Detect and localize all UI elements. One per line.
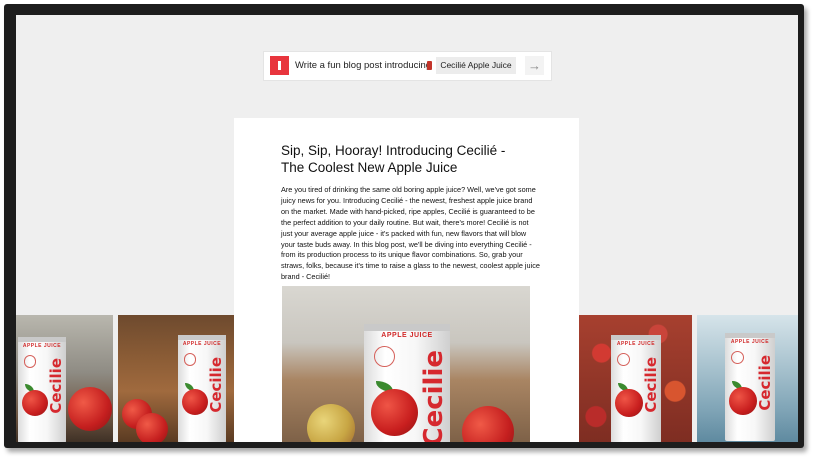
juice-can: APPLE JUICE Cecilie bbox=[725, 333, 775, 441]
product-photo-4: APPLE JUICE Cecilie bbox=[697, 315, 798, 442]
apple bbox=[307, 404, 355, 442]
arrow-right-icon[interactable]: → bbox=[525, 56, 544, 75]
can-label: APPLE JUICE bbox=[182, 341, 222, 348]
apple bbox=[68, 387, 112, 431]
can-label: APPLE JUICE bbox=[22, 343, 62, 350]
product-chip[interactable]: Cecilié Apple Juice bbox=[436, 57, 516, 74]
juice-can: APPLE JUICE Cecilie bbox=[18, 337, 66, 442]
product-photo-1: APPLE JUICE Cecilie bbox=[16, 315, 113, 442]
product-thumbnail-icon bbox=[427, 61, 432, 70]
can-label: APPLE JUICE bbox=[730, 339, 770, 346]
can-brand: Cecilie bbox=[207, 356, 226, 413]
can-label: APPLE JUICE bbox=[616, 341, 656, 348]
can-brand: Cecilie bbox=[418, 350, 449, 442]
juice-can: APPLE JUICE Cecilie bbox=[364, 324, 450, 442]
article-title: Sip, Sip, Hooray! Introducing Cecilié - … bbox=[281, 143, 506, 175]
product-photo-2: APPLE JUICE Cecilie bbox=[118, 315, 234, 442]
app-logo-icon bbox=[270, 56, 289, 75]
device-frame: Write a fun blog post introducing Cecili… bbox=[4, 4, 804, 448]
juice-can: APPLE JUICE Cecilie bbox=[611, 335, 661, 442]
can-label: APPLE JUICE bbox=[381, 331, 433, 339]
prompt-bar[interactable]: Write a fun blog post introducing Cecili… bbox=[264, 52, 551, 80]
apple bbox=[136, 413, 168, 442]
blog-article: Sip, Sip, Hooray! Introducing Cecilié - … bbox=[234, 118, 579, 442]
article-hero-image: APPLE JUICE Cecilie bbox=[282, 286, 530, 442]
prompt-text[interactable]: Write a fun blog post introducing bbox=[295, 60, 431, 71]
article-body: Are you tired of drinking the same old b… bbox=[281, 185, 540, 282]
can-brand: Cecilie bbox=[47, 358, 66, 414]
screen: Write a fun blog post introducing Cecili… bbox=[16, 15, 798, 442]
juice-can: APPLE JUICE Cecilie bbox=[178, 335, 226, 442]
product-photo-3: APPLE JUICE Cecilie bbox=[579, 315, 692, 442]
apple bbox=[462, 406, 514, 442]
can-brand: Cecilie bbox=[642, 356, 660, 413]
can-brand: Cecilie bbox=[756, 354, 774, 411]
